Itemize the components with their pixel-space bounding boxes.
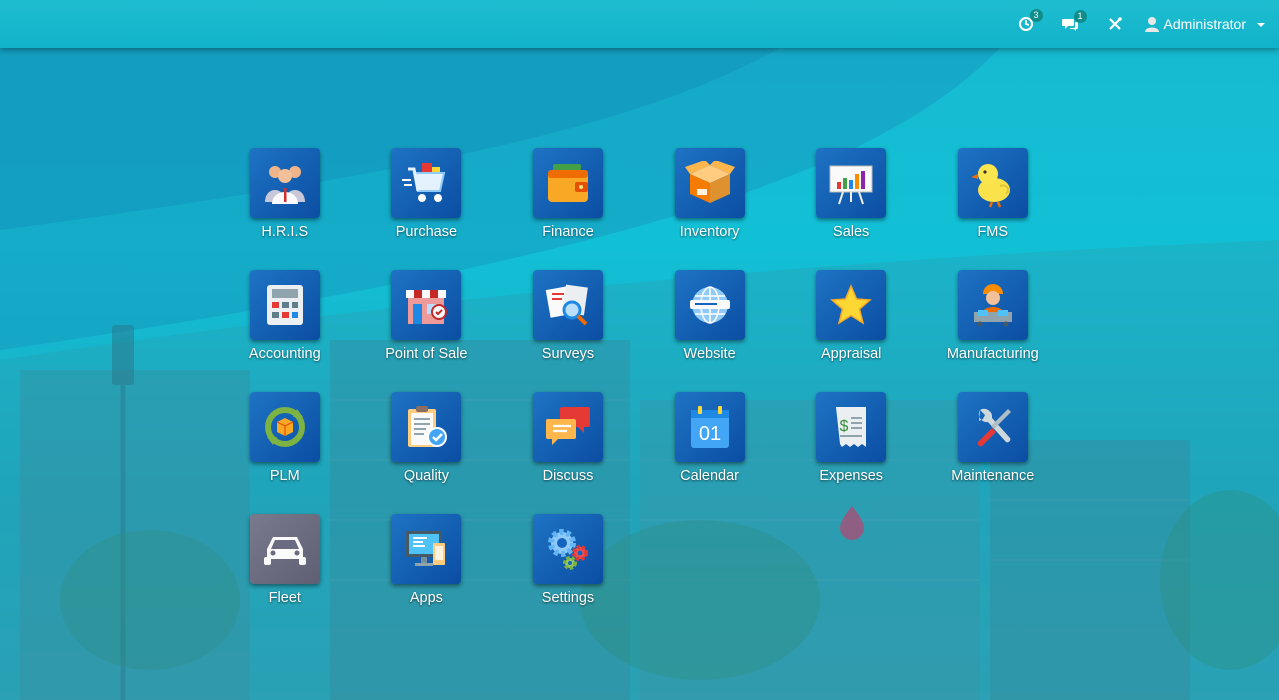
- tools-icon: [957, 392, 1028, 462]
- drop-shape: [840, 506, 864, 540]
- app-label: Appraisal: [820, 346, 882, 362]
- cycle-icon: [249, 392, 320, 462]
- app-label: Fleet: [268, 590, 301, 606]
- svg-text:$: $: [840, 418, 849, 435]
- app-grid: H.R.I.S Purchase Finance Inventory Sales…: [214, 148, 1064, 636]
- app-label: Calendar: [680, 468, 739, 484]
- people-icon: [249, 148, 320, 218]
- store-icon: [391, 270, 462, 340]
- user-name: Administrator: [1163, 16, 1246, 32]
- top-navbar: 3 1 Administrator: [0, 0, 1279, 48]
- user-menu[interactable]: Administrator: [1144, 16, 1265, 32]
- app-expenses[interactable]: $ Expenses: [780, 392, 922, 514]
- systray: 3 1 Administrator: [1018, 0, 1265, 48]
- app-fleet[interactable]: Fleet: [214, 514, 356, 636]
- car-icon: [249, 514, 320, 584]
- app-label: Finance: [542, 224, 594, 240]
- app-label: FMS: [977, 224, 1009, 240]
- app-sales[interactable]: Sales: [780, 148, 922, 270]
- app-manufacturing[interactable]: Manufacturing: [922, 270, 1064, 392]
- app-label: Inventory: [679, 224, 740, 240]
- app-label: Settings: [541, 590, 595, 606]
- app-label: Discuss: [542, 468, 594, 484]
- messaging-menu[interactable]: 1: [1061, 9, 1087, 32]
- tools-cross-icon: [1108, 17, 1122, 30]
- app-label: Maintenance: [951, 468, 1035, 484]
- app-hris[interactable]: H.R.I.S: [214, 148, 356, 270]
- app-settings[interactable]: Settings: [497, 514, 639, 636]
- app-label: Sales: [833, 224, 870, 240]
- app-label: Manufacturing: [946, 346, 1039, 362]
- activity-count-badge: 3: [1029, 9, 1043, 22]
- chat-bubbles-icon: [532, 392, 603, 462]
- globe-icon: [674, 270, 745, 340]
- app-accounting[interactable]: Accounting: [214, 270, 356, 392]
- messages-count-badge: 1: [1073, 9, 1087, 23]
- app-plm[interactable]: PLM: [214, 392, 356, 514]
- shopping-cart-icon: [391, 148, 462, 218]
- app-inventory[interactable]: Inventory: [639, 148, 781, 270]
- receipt-icon: $: [816, 392, 887, 462]
- chick-icon: [957, 148, 1028, 218]
- wallet-icon: [532, 148, 603, 218]
- calendar-icon: 01: [674, 392, 745, 462]
- app-label: PLM: [269, 468, 300, 484]
- star-icon: [816, 270, 887, 340]
- clipboard-check-icon: [391, 392, 462, 462]
- box-icon: [674, 148, 745, 218]
- app-point-of-sale[interactable]: Point of Sale: [356, 270, 498, 392]
- debug-tools-menu[interactable]: [1107, 16, 1123, 32]
- activity-menu[interactable]: 3: [1018, 9, 1043, 32]
- app-finance[interactable]: Finance: [497, 148, 639, 270]
- app-discuss[interactable]: Discuss: [497, 392, 639, 514]
- app-label: Purchase: [395, 224, 458, 240]
- app-website[interactable]: Website: [639, 270, 781, 392]
- user-avatar-icon: [1144, 17, 1159, 32]
- app-surveys[interactable]: Surveys: [497, 270, 639, 392]
- app-label: Surveys: [541, 346, 595, 362]
- app-label: Point of Sale: [385, 346, 468, 362]
- app-label: Apps: [409, 590, 443, 606]
- calendar-day: 01: [698, 423, 720, 445]
- worker-icon: [957, 270, 1028, 340]
- survey-icon: [532, 270, 603, 340]
- gears-icon: [532, 514, 603, 584]
- app-label: Expenses: [819, 468, 884, 484]
- app-fms[interactable]: FMS: [922, 148, 1064, 270]
- app-label: H.R.I.S: [261, 224, 309, 240]
- app-apps[interactable]: Apps: [356, 514, 498, 636]
- calculator-icon: [249, 270, 320, 340]
- app-purchase[interactable]: Purchase: [356, 148, 498, 270]
- app-label: Website: [683, 346, 736, 362]
- app-quality[interactable]: Quality: [356, 392, 498, 514]
- app-label: Quality: [403, 468, 449, 484]
- app-calendar[interactable]: 01 Calendar: [639, 392, 781, 514]
- presentation-chart-icon: [816, 148, 887, 218]
- app-appraisal[interactable]: Appraisal: [780, 270, 922, 392]
- chevron-down-icon: [1257, 23, 1265, 27]
- monitor-icon: [391, 514, 462, 584]
- app-label: Accounting: [248, 346, 321, 362]
- app-maintenance[interactable]: Maintenance: [922, 392, 1064, 514]
